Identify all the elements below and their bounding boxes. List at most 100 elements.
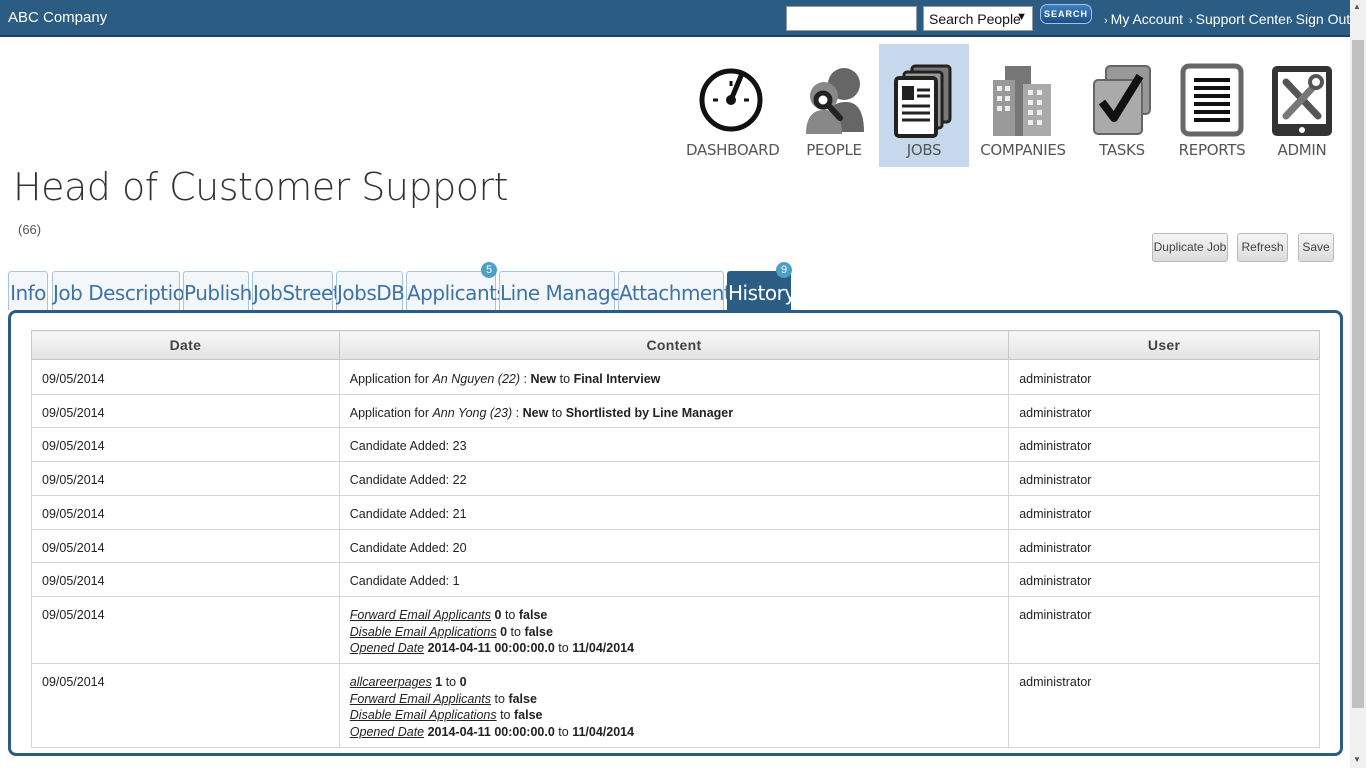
column-header-content[interactable]: Content (338, 330, 1010, 360)
cell-date: 09/05/2014 (31, 595, 340, 665)
change-line: Disable Email Applications to false (350, 707, 998, 724)
to-word: to (510, 624, 521, 639)
cell-content: Application for Ann Yong (23) : New to S… (338, 393, 1010, 429)
change-line: allcareerpages 1 to 0 (350, 674, 998, 691)
to-word: to (558, 641, 569, 656)
dashboard-gauge-icon (699, 68, 763, 132)
field-link[interactable]: Opened Date (350, 641, 424, 655)
nav-people[interactable]: PEOPLE (789, 44, 879, 167)
status-to: Shortlisted by Line Manager (565, 405, 734, 420)
table-header-row: Date Content User (31, 330, 1320, 360)
column-header-date[interactable]: Date (31, 330, 340, 360)
search-button[interactable]: SEARCH (1040, 4, 1092, 24)
field-link[interactable]: Disable Email Applications (350, 625, 497, 639)
nav-label: TASKS (1099, 141, 1145, 159)
support-center-link[interactable]: › Support Center (1189, 11, 1291, 27)
value-from: 1 (435, 675, 443, 690)
cell-user: administrator (1008, 562, 1320, 597)
table-row: 09/05/2014 Application for Ann Yong (23) … (31, 393, 1320, 429)
value-from: 2014-04-11 00:00:00.0 (427, 641, 555, 656)
cell-date: 09/05/2014 (31, 427, 340, 463)
field-link[interactable]: Forward Email Applicants (350, 692, 491, 706)
tab-line-manager[interactable]: Line Manager (499, 271, 630, 310)
top-bar: ABC Company Search People ▼ SEARCH › My A… (0, 0, 1350, 37)
to-word: to (500, 708, 511, 723)
value-from: 0 (494, 607, 502, 622)
nav-admin[interactable]: ADMIN (1257, 44, 1347, 167)
reports-list-icon (1180, 63, 1244, 137)
tab-jobsdb[interactable]: JobsDB (336, 271, 405, 310)
field-link[interactable]: allcareerpages (350, 675, 432, 689)
applicants-count-badge: 5 (481, 262, 497, 278)
field-link[interactable]: Disable Email Applications (350, 708, 497, 722)
field-link[interactable]: Opened Date (350, 725, 424, 739)
value-from: 2014-04-11 00:00:00.0 (427, 725, 555, 740)
nav-label: REPORTS (1178, 141, 1246, 159)
to-word: to (558, 725, 569, 740)
scrollbar-thumb[interactable] (1352, 40, 1364, 708)
my-account-link[interactable]: › My Account (1104, 11, 1183, 27)
nav-companies[interactable]: COMPANIES (978, 44, 1068, 167)
nav-label: DASHBOARD (686, 141, 780, 159)
value-to: 11/04/2014 (572, 641, 635, 656)
companies-buildings-icon (993, 66, 1051, 136)
nav-label: ADMIN (1277, 141, 1327, 159)
change-line: Forward Email Applicants to false (350, 691, 998, 708)
search-input[interactable] (786, 6, 917, 31)
job-count: (66) (18, 222, 42, 237)
sign-out-link[interactable]: › Sign Out (1289, 11, 1350, 27)
cell-date: 09/05/2014 (31, 562, 340, 597)
save-button[interactable]: Save (1298, 233, 1334, 262)
to-word: to (494, 691, 505, 706)
brand-name[interactable]: ABC Company (8, 9, 107, 26)
tab-jobstreet[interactable]: JobStreet (252, 271, 341, 310)
history-count-badge: 9 (776, 262, 792, 278)
nav-tasks[interactable]: TASKS (1077, 44, 1167, 167)
cell-date: 09/05/2014 (31, 359, 340, 395)
cell-content: allcareerpages 1 to 0 Forward Email Appli… (338, 663, 1010, 748)
table-row: 09/05/2014 Candidate Added: 23 administrat… (31, 427, 1320, 463)
scroll-up-icon[interactable]: ▲ (1353, 2, 1361, 11)
nav-reports[interactable]: REPORTS (1167, 44, 1257, 167)
nav-dashboard[interactable]: DASHBOARD (686, 44, 780, 167)
tab-applicants[interactable]: Applicants (406, 271, 507, 310)
to-word: to (559, 372, 571, 386)
tab-job-description[interactable]: Job Description (52, 271, 197, 310)
search-scope-select[interactable]: Search People ▼ (923, 6, 1033, 31)
table-row: 09/05/2014 allcareerpages 1 to 0 Forward E… (31, 663, 1320, 748)
chevron-right-icon: › (1189, 15, 1193, 27)
value-to: false (514, 708, 543, 723)
nav-label: COMPANIES (980, 141, 1066, 159)
admin-tools-icon (1272, 66, 1332, 136)
to-word: to (551, 405, 563, 420)
column-header-user[interactable]: User (1008, 330, 1320, 360)
duplicate-job-button[interactable]: Duplicate Job (1152, 233, 1228, 262)
tasks-checkbox-icon (1093, 65, 1151, 135)
value-to: false (524, 624, 553, 639)
chevron-right-icon: › (1289, 15, 1293, 27)
cell-content: Candidate Added: 22 (338, 461, 1010, 496)
change-line: Disable Email Applications 0 to false (350, 624, 998, 641)
cell-user: administrator (1008, 393, 1320, 429)
table-row: 09/05/2014 Forward Email Applicants 0 to … (31, 595, 1320, 665)
value-to: 0 (459, 675, 467, 690)
status-to: Final Interview (573, 372, 661, 386)
field-link[interactable]: Forward Email Applicants (350, 608, 491, 622)
refresh-button[interactable]: Refresh (1237, 233, 1288, 262)
cell-date: 09/05/2014 (31, 461, 340, 496)
tab-attachments[interactable]: Attachments (618, 271, 742, 310)
cell-content: Candidate Added: 21 (338, 494, 1010, 530)
table-row: 09/05/2014 Candidate Added: 20 administrat… (31, 528, 1320, 564)
vertical-scrollbar[interactable]: ▲ ▼ (1350, 0, 1366, 768)
cell-user: administrator (1008, 494, 1320, 530)
cell-user: administrator (1008, 663, 1320, 748)
value-from: 0 (500, 624, 508, 639)
tab-info[interactable]: Info (8, 271, 48, 310)
value-to: false (518, 607, 548, 622)
nav-jobs[interactable]: JOBS (879, 44, 969, 167)
value-to: false (508, 691, 537, 706)
cell-user: administrator (1008, 528, 1320, 564)
scroll-down-icon[interactable]: ▼ (1353, 755, 1361, 764)
tab-publish[interactable]: Publish (183, 271, 252, 310)
table-row: 09/05/2014 Application for An Nguyen (22)… (31, 359, 1320, 395)
